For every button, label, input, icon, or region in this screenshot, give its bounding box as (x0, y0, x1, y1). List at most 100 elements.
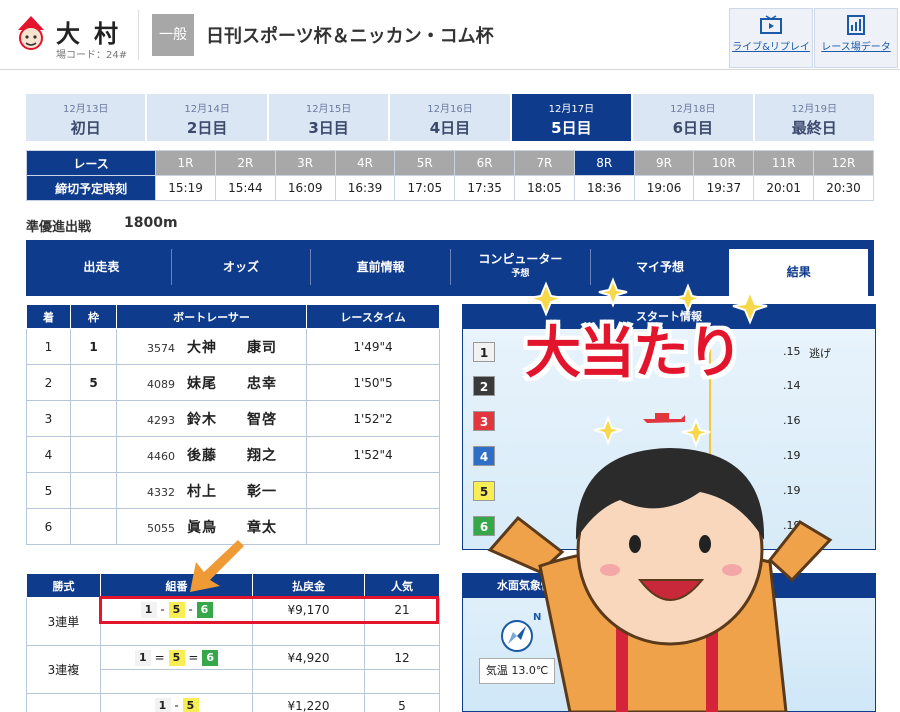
day-date: 12月18日 (670, 104, 716, 115)
finish-position: 5 (26, 472, 71, 509)
col-race-time: レースタイム (306, 304, 440, 329)
racer-cell[interactable]: 4332 村上 彰一 (116, 472, 307, 509)
deadline-time: 19:37 (693, 175, 755, 201)
day-tab-2[interactable]: 12月14日 2日目 (147, 94, 267, 141)
day-name: 最終日 (791, 119, 837, 137)
tab-computer-label: コンピューター (478, 252, 563, 266)
day-name: 初日 (70, 119, 101, 137)
racer-cell[interactable]: 4089 妹尾 忠幸 (116, 364, 307, 401)
race-link-2[interactable]: 2R (214, 150, 276, 176)
day-date: 12月17日 (548, 104, 595, 115)
race-link-5[interactable]: 5R (394, 150, 456, 176)
live-replay-label: ライブ&リプレイ (732, 42, 810, 53)
popularity: 12 (364, 645, 440, 670)
day-tab-1[interactable]: 12月13日初日 (26, 94, 146, 141)
day-name: 5日目 (551, 119, 592, 137)
finish-position: 1 (26, 328, 71, 365)
race-link-12[interactable]: 12R (813, 150, 874, 176)
live-replay-button[interactable]: ライブ&リプレイ (729, 8, 813, 68)
day-name: 6日目 (672, 119, 714, 137)
race-link-3[interactable]: 3R (274, 150, 336, 176)
empty-cell (252, 621, 365, 646)
day-tab-4[interactable]: 12月16日 4日目 (390, 94, 510, 141)
race-kind: 準優進出戦 (26, 220, 92, 235)
race-time (306, 508, 440, 545)
racer-cell[interactable]: 4293 鈴木 智啓 (116, 400, 307, 437)
day-date: 12月16日 (427, 104, 473, 115)
racer-name: 大神 康司 (187, 339, 277, 356)
empty-cell (100, 669, 253, 694)
race-link-6[interactable]: 6R (454, 150, 516, 176)
race-series-title: 日刊スポーツ杯＆ニッカン・コム杯 (206, 26, 494, 47)
race-link-7[interactable]: 7R (514, 150, 575, 176)
table-row: 1 - 5 ¥1,220 5 (26, 693, 440, 712)
day-date: 12月15日 (305, 104, 352, 115)
race-link-10[interactable]: 10R (693, 150, 755, 176)
venue-data-button[interactable]: レース場データ (814, 8, 898, 68)
bet-type: 3連単 (26, 597, 101, 646)
tab-pre-race-info[interactable]: 直前情報 (311, 249, 452, 285)
deadline-time: 19:06 (633, 175, 695, 201)
racer-reg-no: 4332 (147, 485, 175, 499)
finish-position: 2 (26, 364, 71, 401)
finish-position: 3 (26, 400, 71, 437)
day-date: 12月14日 (184, 104, 230, 115)
race-number-grid: レース 1R 2R 3R 4R 5R 6R 7R 8R 9R 10R 11R 1… (25, 150, 874, 201)
deadline-time: 17:35 (454, 175, 516, 201)
combo-sep: = (154, 650, 165, 664)
combo-frame: 1 (154, 697, 171, 712)
race-link-1[interactable]: 1R (155, 150, 216, 176)
day-name: 4日目 (429, 119, 471, 137)
combo-sep: - (174, 698, 179, 712)
orange-arrow-icon (190, 540, 244, 592)
tab-odds[interactable]: オッズ (172, 249, 312, 285)
race-link-8[interactable]: 8R (573, 150, 635, 176)
day-tab-5[interactable]: 12月17日 5日目 (511, 94, 632, 141)
race-link-4[interactable]: 4R (334, 150, 396, 176)
table-row: 1 1 3574 大神 康司 1'49"4 (26, 328, 440, 365)
deadline-time: 20:30 (813, 175, 874, 201)
race-link-9[interactable]: 9R (633, 150, 695, 176)
header-divider (138, 10, 139, 60)
combo-frame: 5 (182, 697, 199, 712)
day-tab-7[interactable]: 12月19日最終日 (754, 94, 874, 141)
deadline-time: 16:39 (334, 175, 396, 201)
table-row: 3 6 4293 鈴木 智啓 1'52"2 (26, 400, 440, 437)
combo-frame: 1 (134, 649, 151, 666)
racer-cell[interactable]: 4460 後藤 翔之 (116, 436, 307, 473)
racer-name: 眞鳥 章太 (187, 519, 277, 536)
day-tab-3[interactable]: 12月15日 3日目 (268, 94, 389, 141)
day-date: 12月19日 (791, 104, 837, 115)
popularity: 5 (364, 693, 440, 712)
racer-reg-no: 3574 (147, 341, 175, 355)
racer-cell[interactable]: 3574 大神 康司 (116, 328, 307, 365)
col-position: 着 (26, 304, 71, 329)
empty-cell (100, 621, 253, 646)
table-row: 3連複 1 = 5 = 6 ¥4,920 12 (26, 645, 440, 694)
deadline-time: 15:19 (155, 175, 216, 201)
day-date: 12月13日 (62, 104, 109, 115)
venue-code: 場コード：24# (56, 50, 128, 61)
col-racer: ボートレーサー (116, 304, 307, 329)
deadline-time: 18:36 (573, 175, 635, 201)
payout-amount: ¥4,920 (252, 645, 365, 670)
race-time: 1'52"4 (306, 436, 440, 473)
finish-position: 4 (26, 436, 71, 473)
race-link-11[interactable]: 11R (753, 150, 815, 176)
racer-reg-no: 4293 (147, 413, 175, 427)
frame-number: 3 (70, 472, 117, 509)
tab-entry-list[interactable]: 出走表 (32, 249, 172, 285)
empty-cell (252, 669, 365, 694)
frame-number: 6 (70, 400, 117, 437)
bet-type: 3連複 (26, 645, 101, 694)
site-header: 大村 場コード：24# 一般 日刊スポーツ杯＆ニッカン・コム杯 ライブ&リプレイ… (0, 0, 900, 70)
race-results-table: 着 枠 ボートレーサー レースタイム 1 1 3574 大神 康司 1'49"4 … (26, 304, 440, 545)
racer-reg-no: 5055 (147, 521, 175, 535)
combination: 1 = 5 = 6 (100, 645, 253, 670)
col-frame: 枠 (70, 304, 117, 329)
combo-frame: 6 (202, 649, 219, 666)
venue-data-label: レース場データ (821, 42, 891, 53)
race-time: 1'49"4 (306, 328, 440, 365)
deadline-time: 20:01 (753, 175, 815, 201)
day-tab-6[interactable]: 12月18日 6日目 (633, 94, 753, 141)
